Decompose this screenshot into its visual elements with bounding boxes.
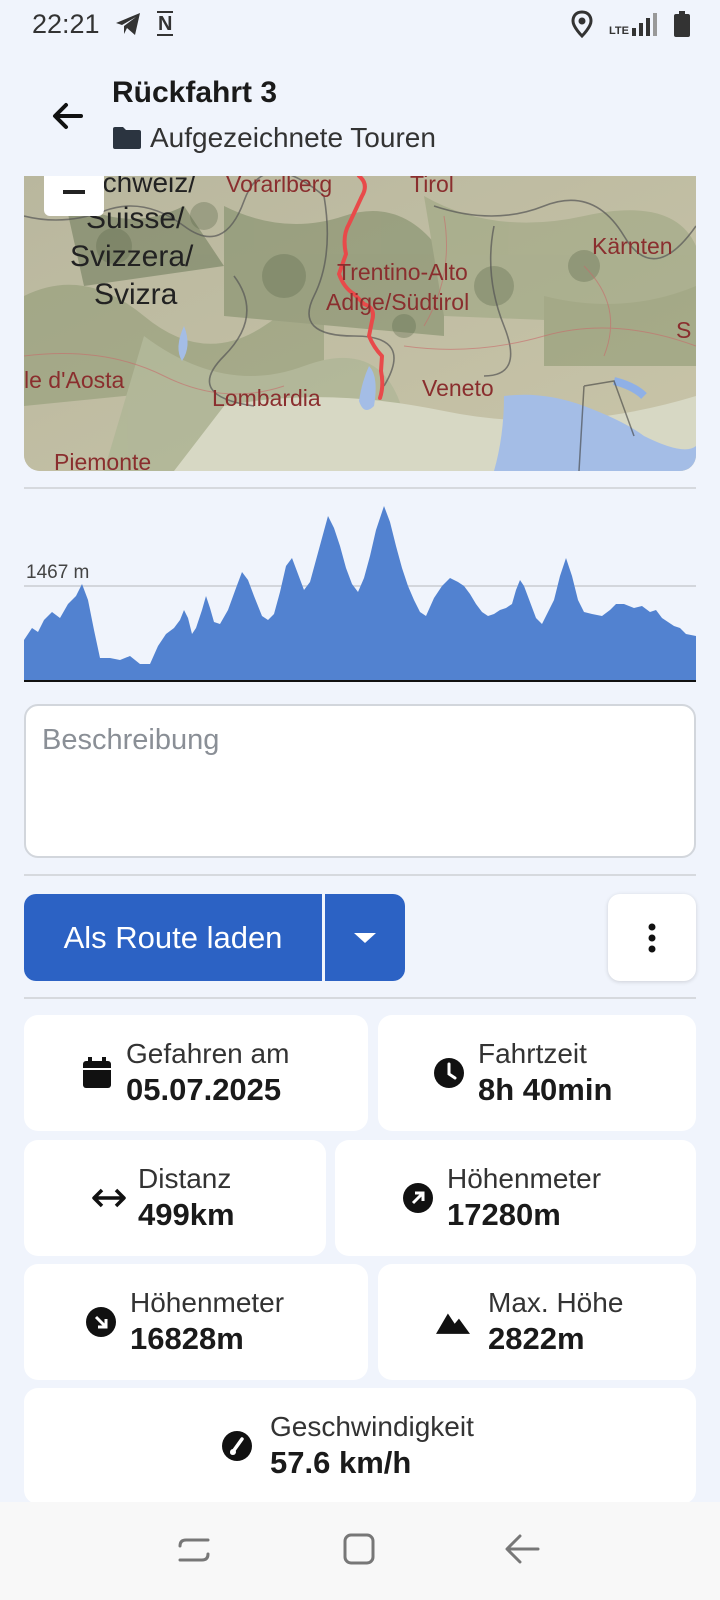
stat-label: Höhenmeter [130,1287,285,1318]
speedometer-icon [220,1429,254,1463]
route-dropdown-button[interactable] [325,894,405,981]
stat-value: 05.07.2025 [126,1072,282,1107]
stat-label: Fahrtzeit [478,1038,587,1069]
stat-card-descent: Höhenmeter 16828m [24,1264,368,1380]
map-label: Kärnten [592,233,673,259]
signal-icon [632,13,657,36]
svg-text:N: N [158,13,172,35]
stat-value: 2822m [488,1321,585,1356]
map-label: Svizra [94,278,178,311]
minus-icon [63,190,85,194]
map-label: Lombardia [212,385,321,411]
mountain-icon [436,1305,470,1339]
map-label: Veneto [422,375,494,401]
arrow-up-right-circle-icon [401,1181,435,1215]
home-icon[interactable] [342,1532,376,1566]
map-label: Trentino-Alto [337,259,468,285]
arrows-horizontal-icon [92,1181,126,1215]
divider [24,874,696,876]
stat-value: 57.6 km/h [270,1445,412,1480]
stat-card-distance: Distanz 499km [24,1140,326,1256]
stat-card-date: Gefahren am 05.07.2025 [24,1015,368,1131]
elevation-reference-label: 1467 m [26,562,90,583]
divider [24,997,696,999]
stat-label: Distanz [138,1163,232,1194]
notification-n-icon: N [156,11,173,36]
arrow-down-right-circle-icon [84,1305,118,1339]
network-type: LTE [609,25,629,37]
stat-value: 8h 40min [478,1072,613,1107]
map-label: Vorarlberg [226,176,332,197]
more-options-button[interactable] [608,894,696,981]
page-title: Rückfahrt 3 [112,76,278,109]
folder-icon [113,127,141,149]
map-label: Adige/Südtirol [326,289,469,315]
stat-label: Gefahren am [126,1038,290,1069]
load-as-route-button[interactable]: Als Route laden [24,894,322,981]
telegram-icon [115,13,140,35]
map-label: Piemonte [54,449,151,471]
back-button[interactable] [48,96,88,136]
stat-value: 499km [138,1197,235,1232]
recent-apps-icon[interactable] [176,1534,212,1566]
stat-label: Höhenmeter [447,1163,602,1194]
calendar-icon [80,1056,114,1090]
more-vertical-icon [648,923,656,952]
battery-icon [674,11,690,37]
map-label: Tirol [410,176,454,197]
status-time: 22:21 [32,8,100,39]
clock-icon [432,1056,466,1090]
map-label: S [676,317,691,343]
map-label: Svizzera/ [70,240,194,273]
app-header: Rückfahrt 3 Aufgezeichnete Touren [0,60,720,170]
location-icon [571,10,593,38]
divider [24,487,696,489]
stat-card-max-height: Max. Höhe 2822m [378,1264,696,1380]
stat-card-speed: Geschwindigkeit 57.6 km/h [24,1388,696,1504]
folder-label: Aufgezeichnete Touren [150,122,436,153]
stat-label: Max. Höhe [488,1287,624,1318]
folder-breadcrumb[interactable]: Aufgezeichnete Touren [112,122,436,154]
stat-value: 16828m [130,1321,244,1356]
status-bar: 22:21 N LTE [0,0,720,48]
route-map[interactable]: Schweiz/ Suisse/ Svizzera/ Svizra Vorarl… [24,176,696,471]
stat-label: Geschwindigkeit [270,1411,474,1442]
back-nav-icon[interactable] [504,1532,540,1566]
zoom-out-button[interactable] [44,176,104,216]
elevation-profile[interactable]: 1467 m [24,500,696,690]
system-navigation-bar [0,1502,720,1600]
stat-card-ascent: Höhenmeter 17280m [335,1140,696,1256]
stat-card-duration: Fahrtzeit 8h 40min [378,1015,696,1131]
arrow-left-icon [53,103,83,129]
description-input[interactable]: Beschreibung [24,704,696,858]
caret-down-icon [354,932,376,943]
map-label: le d'Aosta [24,367,124,393]
stat-value: 17280m [447,1197,561,1232]
